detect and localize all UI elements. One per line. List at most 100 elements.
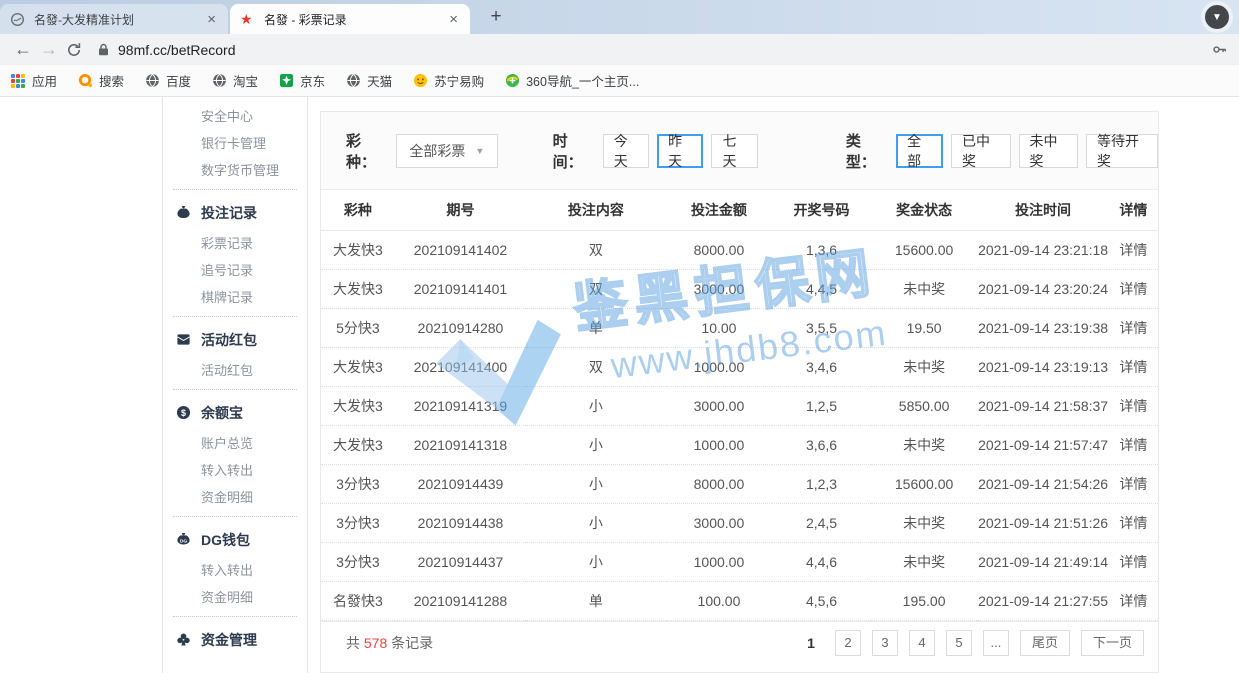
filter-bar: 彩种： 全部彩票 ▼ 时间： 今天昨天七天 类型： 全部已中奖未中奖等待开奖 (321, 112, 1158, 190)
page-button-3[interactable]: 3 (872, 630, 898, 656)
page-button-下一页[interactable]: 下一页 (1081, 630, 1144, 656)
type-option-已中奖[interactable]: 已中奖 (951, 134, 1010, 168)
cell-lottery[interactable]: 大发快3 (321, 347, 395, 386)
back-button[interactable]: ← (10, 39, 36, 60)
time-filter-label: 时间： (553, 130, 595, 172)
search-ring-icon (77, 73, 93, 89)
password-key-icon[interactable] (1209, 42, 1229, 57)
cell-lottery[interactable]: 3分快3 (321, 542, 395, 581)
bookmark-label: 360导航_一个主页... (526, 71, 639, 90)
address-bar[interactable]: 98mf.cc/betRecord (88, 37, 1209, 63)
cell-lottery[interactable]: 大发快3 (321, 386, 395, 425)
detail-link[interactable]: 详情 (1109, 425, 1158, 464)
tab-plan[interactable]: 名發-大发精准计划 × (0, 4, 228, 34)
cell-status: 未中奖 (871, 425, 978, 464)
forward-button[interactable]: → (36, 39, 62, 60)
cell-content: 小 (526, 386, 665, 425)
detail-link[interactable]: 详情 (1109, 347, 1158, 386)
tab-close-icon[interactable]: × (205, 11, 218, 28)
column-header: 期号 (395, 190, 526, 230)
sidebar-item-账户总览[interactable]: 账户总览 (163, 430, 307, 457)
cell-lottery[interactable]: 大发快3 (321, 269, 395, 308)
page-buttons: 1 2345...尾页下一页 (798, 630, 1144, 656)
type-option-未中奖[interactable]: 未中奖 (1019, 134, 1078, 168)
page-button-2[interactable]: 2 (835, 630, 861, 656)
dollar-coin-icon: $ (176, 405, 192, 421)
sidebar-item-彩票记录[interactable]: 彩票记录 (163, 230, 307, 257)
red-envelope-icon (176, 332, 192, 348)
cell-numbers: 3,5,5 (772, 308, 870, 347)
page-button-5[interactable]: 5 (946, 630, 972, 656)
sidebar-item-活动红包[interactable]: 活动红包 (163, 357, 307, 384)
cell-lottery[interactable]: 3分快3 (321, 464, 395, 503)
sidebar-item-label: DG钱包 (201, 523, 250, 557)
sidebar-item-银行卡管理[interactable]: 银行卡管理 (163, 130, 307, 157)
page-button-4[interactable]: 4 (909, 630, 935, 656)
bookmark-item[interactable]: 应用 (10, 71, 57, 90)
sidebar-item-数字货币管理[interactable]: 数字货币管理 (163, 157, 307, 184)
detail-link[interactable]: 详情 (1109, 230, 1158, 269)
detail-link[interactable]: 详情 (1109, 308, 1158, 347)
time-option-昨天[interactable]: 昨天 (657, 134, 703, 168)
bookmark-item[interactable]: 百度 (144, 71, 191, 90)
column-header: 投注金额 (666, 190, 773, 230)
bookmark-item[interactable]: 360导航_一个主页... (504, 71, 639, 90)
sidebar-item-活动红包[interactable]: 活动红包 (163, 323, 307, 357)
sidebar-item-追号记录[interactable]: 追号记录 (163, 257, 307, 284)
cell-numbers: 3,4,6 (772, 347, 870, 386)
cell-content: 单 (526, 581, 665, 620)
page-button-尾页[interactable]: 尾页 (1020, 630, 1070, 656)
cell-lottery[interactable]: 大发快3 (321, 230, 395, 269)
sidebar-item-资金管理[interactable]: 资金管理 (163, 623, 307, 657)
svg-text:$: $ (181, 408, 186, 418)
sidebar-item-资金明细[interactable]: 资金明细 (163, 484, 307, 511)
sidebar-item-资金明细[interactable]: 资金明细 (163, 584, 307, 611)
cell-status: 未中奖 (871, 347, 978, 386)
lottery-filter-label: 彩种： (346, 130, 388, 172)
detail-link[interactable]: 详情 (1109, 581, 1158, 620)
type-option-全部[interactable]: 全部 (896, 134, 943, 168)
sidebar-item-棋牌记录[interactable]: 棋牌记录 (163, 284, 307, 311)
sidebar-item-安全中心[interactable]: 安全中心 (163, 103, 307, 130)
sidebar-divider (173, 316, 297, 317)
bookmark-item[interactable]: 苏宁易购 (412, 71, 484, 90)
tab-close-icon[interactable]: × (447, 11, 460, 28)
cell-amount: 3000.00 (666, 503, 773, 542)
cell-numbers: 4,4,6 (772, 542, 870, 581)
sidebar-item-DG钱包[interactable]: DGDG钱包 (163, 523, 307, 557)
sidebar-item-投注记录[interactable]: 投注记录 (163, 196, 307, 230)
cell-lottery[interactable]: 5分快3 (321, 308, 395, 347)
lottery-select[interactable]: 全部彩票 ▼ (396, 134, 497, 168)
bookmark-item[interactable]: 天猫 (345, 71, 392, 90)
tab-bet-record[interactable]: ★ 名發 - 彩票记录 × (230, 4, 470, 34)
detail-link[interactable]: 详情 (1109, 464, 1158, 503)
sidebar-divider (173, 616, 297, 617)
club-icon (176, 632, 192, 648)
bookmark-item[interactable]: 京东 (278, 71, 325, 90)
cell-lottery[interactable]: 大发快3 (321, 425, 395, 464)
detail-link[interactable]: 详情 (1109, 503, 1158, 542)
cell-content: 小 (526, 503, 665, 542)
cell-lottery[interactable]: 3分快3 (321, 503, 395, 542)
type-option-等待开奖[interactable]: 等待开奖 (1086, 134, 1158, 168)
detail-link[interactable]: 详情 (1109, 269, 1158, 308)
browser-menu-button[interactable]: ▼ (1201, 1, 1233, 33)
apps-grid-icon (10, 73, 26, 89)
cell-issue: 202109141318 (395, 425, 526, 464)
detail-link[interactable]: 详情 (1109, 386, 1158, 425)
reload-icon[interactable] (66, 42, 82, 58)
sidebar-item-转入转出[interactable]: 转入转出 (163, 557, 307, 584)
time-option-今天[interactable]: 今天 (603, 134, 649, 168)
cell-status: 未中奖 (871, 503, 978, 542)
cell-lottery[interactable]: 名發快3 (321, 581, 395, 620)
bookmark-item[interactable]: 淘宝 (211, 71, 258, 90)
bookmark-item[interactable]: 搜索 (77, 71, 124, 90)
sidebar-item-转入转出[interactable]: 转入转出 (163, 457, 307, 484)
detail-link[interactable]: 详情 (1109, 542, 1158, 581)
page-button-...[interactable]: ... (983, 630, 1009, 656)
new-tab-button[interactable]: + (484, 6, 508, 30)
cell-status: 15600.00 (871, 464, 978, 503)
cell-content: 单 (526, 308, 665, 347)
time-option-七天[interactable]: 七天 (711, 134, 757, 168)
sidebar-item-余额宝[interactable]: $余额宝 (163, 396, 307, 430)
